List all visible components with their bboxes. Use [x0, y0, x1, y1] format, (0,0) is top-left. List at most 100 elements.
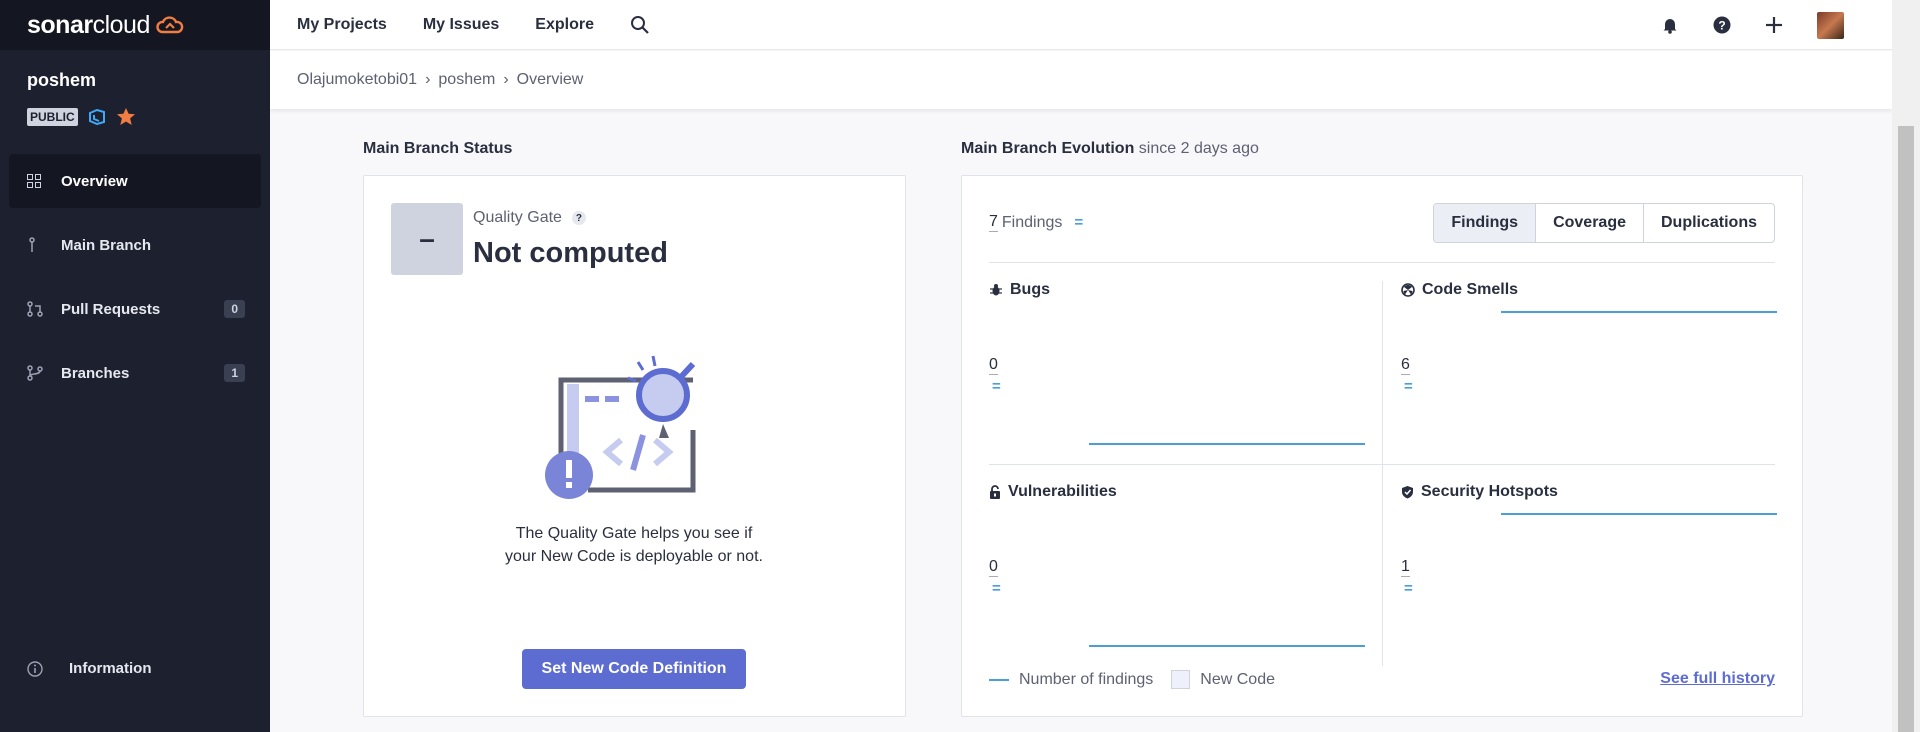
shield-icon [1402, 486, 1413, 499]
breadcrumb-project[interactable]: poshem [438, 71, 495, 89]
metric-value[interactable]: 1 [1401, 558, 1410, 577]
breadcrumb-page: Overview [516, 71, 584, 88]
metric-title: Code Smells [1401, 281, 1518, 299]
sidebar-item-overview[interactable]: Overview [9, 154, 261, 208]
quality-gate-help-text: The Quality Gate helps you see if your N… [505, 525, 763, 565]
quality-gate-badge: – [391, 203, 463, 275]
pull-requests-count: 0 [224, 300, 245, 318]
brand-bold: sonar [27, 10, 93, 39]
metric-value[interactable]: 6 [1401, 356, 1410, 375]
legend-findings-label: Number of findings [1019, 670, 1154, 688]
equals-icon: = [992, 378, 1001, 395]
metric-label: Bugs [1010, 281, 1050, 298]
sidebar-item-information[interactable]: Information [27, 660, 152, 677]
equals-icon: = [1074, 214, 1084, 231]
star-icon[interactable] [116, 107, 136, 126]
metric-trend-line [1089, 443, 1365, 445]
divider [989, 262, 1775, 263]
metric-code-smells[interactable]: Code Smells 6 = [1401, 281, 1781, 466]
top-bar: My Projects My Issues Explore ? [270, 0, 1892, 50]
information-label: Information [69, 660, 152, 677]
code-smell-icon [1401, 283, 1415, 297]
tab-findings[interactable]: Findings [1434, 204, 1536, 242]
sonarcloud-logo[interactable]: sonar cloud [0, 0, 270, 50]
help-icon[interactable]: ? [571, 211, 586, 225]
status-section-title: Main Branch Status [363, 140, 513, 157]
sidebar-item-label: Main Branch [61, 236, 152, 254]
sidebar-item-label: Branches [61, 364, 130, 382]
findings-summary: 7 Findings = [989, 213, 1083, 232]
metric-value[interactable]: 0 [989, 356, 998, 375]
sidebar-item-main-branch[interactable]: Main Branch [9, 218, 261, 272]
quality-gate-label-row: Quality Gate ? [473, 209, 586, 227]
project-name[interactable]: poshem [27, 70, 96, 91]
evolution-section-title: Main Branch Evolution since 2 days ago [961, 140, 1259, 158]
visibility-badge: PUBLIC [27, 107, 78, 126]
metric-trend-line [1089, 645, 1365, 647]
breadcrumb-org[interactable]: Olajumoketobi01 [297, 71, 417, 89]
top-right-actions: ? [1661, 0, 1864, 50]
sidebar-nav: Overview Main Branch Pull Requests 0 Bra… [9, 154, 261, 410]
nav-my-issues[interactable]: My Issues [423, 16, 499, 34]
divider [1382, 281, 1383, 666]
plus-icon[interactable] [1765, 16, 1783, 34]
branches-icon [27, 365, 61, 381]
breadcrumb: Olajumoketobi01 › poshem › Overview [270, 51, 1892, 109]
bell-icon[interactable] [1661, 16, 1679, 34]
sidebar-item-pull-requests[interactable]: Pull Requests 0 [9, 282, 261, 336]
sidebar: sonar cloud poshem PUBLIC Overview Main B… [0, 0, 270, 732]
chevron-right-icon: › [425, 71, 431, 88]
brand-light: cloud [92, 10, 151, 39]
legend-new-code-label: New Code [1200, 670, 1275, 688]
svg-text:?: ? [1718, 19, 1725, 33]
sidebar-item-branches[interactable]: Branches 1 [9, 346, 261, 400]
legend-new-code-swatch [1171, 670, 1191, 689]
nav-explore[interactable]: Explore [535, 16, 594, 34]
sidebar-item-label: Pull Requests [61, 300, 161, 318]
chevron-right-icon: › [503, 71, 509, 88]
azure-devops-icon[interactable] [88, 108, 106, 125]
metric-trend-line [1501, 311, 1777, 313]
pull-request-icon [27, 301, 61, 317]
see-full-history-link[interactable]: See full history [1660, 670, 1775, 688]
metric-security-hotspots[interactable]: Security Hotspots 1 = [1401, 483, 1781, 668]
findings-label: Findings [1001, 213, 1063, 231]
evolution-card: 7 Findings = Findings Coverage Duplicati… [961, 175, 1803, 717]
metric-title: Security Hotspots [1401, 483, 1558, 501]
metric-label: Security Hotspots [1421, 483, 1558, 500]
metric-label: Vulnerabilities [1008, 483, 1117, 500]
avatar[interactable] [1817, 11, 1844, 39]
metric-title: Bugs [989, 281, 1050, 299]
chart-legend: Number of findings New Code [989, 670, 1275, 689]
sidebar-item-label: Overview [61, 172, 128, 190]
grid-icon [27, 174, 61, 188]
nav-my-projects[interactable]: My Projects [297, 16, 387, 34]
tab-duplications[interactable]: Duplications [1642, 204, 1774, 242]
set-new-code-definition-button[interactable]: Set New Code Definition [522, 649, 746, 689]
metric-vulnerabilities[interactable]: Vulnerabilities 0 = [989, 483, 1369, 668]
metric-toggle: Findings Coverage Duplications [1433, 203, 1775, 243]
scrollbar-thumb[interactable] [1898, 126, 1914, 732]
top-nav: My Projects My Issues Explore [270, 15, 650, 35]
evolution-subtitle: since 2 days ago [1138, 140, 1259, 157]
tab-coverage[interactable]: Coverage [1535, 204, 1643, 242]
lock-icon [990, 485, 1000, 499]
quality-gate-status: Not computed [473, 237, 668, 269]
equals-icon: = [1404, 580, 1413, 597]
evolution-title: Main Branch Evolution [961, 140, 1135, 157]
cloud-logo-icon [156, 16, 184, 34]
project-meta: PUBLIC [27, 107, 136, 126]
branches-count: 1 [224, 364, 245, 382]
bug-icon [990, 284, 1002, 296]
metric-value[interactable]: 0 [989, 558, 998, 577]
equals-icon: = [992, 580, 1001, 597]
metric-trend-line [1501, 513, 1777, 515]
scrollbar[interactable] [1892, 0, 1920, 732]
metric-label: Code Smells [1422, 281, 1519, 298]
search-icon[interactable] [630, 15, 650, 35]
quality-gate-card: – Quality Gate ? Not computed The Qualit… [363, 175, 906, 717]
findings-count[interactable]: 7 [989, 213, 998, 232]
help-icon[interactable]: ? [1713, 16, 1731, 34]
branch-icon [27, 237, 61, 253]
metric-bugs[interactable]: Bugs 0 = [989, 281, 1369, 466]
